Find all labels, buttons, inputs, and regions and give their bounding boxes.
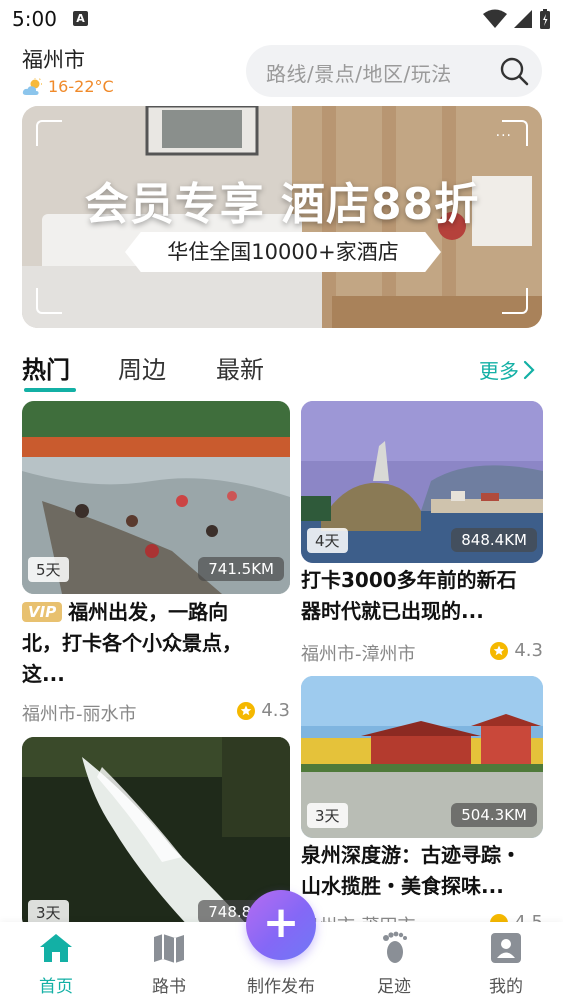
promo-banner[interactable]: ··· 会员专享 酒店88折 华住全国10000+家酒店 [22,106,542,328]
create-publish-button[interactable]: + [246,890,316,960]
notification-icon: A [73,11,88,26]
route-rating: 4.5 [490,912,543,922]
title-line: 这... [22,662,65,686]
route-rating: 4.3 [237,700,290,721]
days-badge: 3天 [28,900,69,922]
search-placeholder: 路线/景点/地区/玩法 [266,62,452,86]
route-card[interactable]: 5天 741.5KM VIP 福州出发，一路向 北，打卡各个小众景点， 这... … [22,401,290,725]
title-line: 器时代就已出现的... [301,599,484,623]
route-card[interactable]: 3天 504.3KM 泉州深度游：古迹寻踪・ 山水揽胜・美食探味... 泉州市-… [301,676,543,922]
weather-info: 16-22°C [22,77,114,96]
wifi-icon [483,9,507,28]
distance-badge: 504.3KM [451,803,537,827]
nav-footprint-label: 足迹 [377,977,411,997]
title-line: 打卡3000多年前的新石 [301,568,517,592]
battery-icon [540,9,550,29]
chevron-right-icon [523,360,535,379]
route-location: 福州市-丽水市 [22,704,137,725]
route-card-image: 4天 848.4KM [301,401,543,563]
route-card[interactable]: 4天 848.4KM 打卡3000多年前的新石 器时代就已出现的... 福州市-… [301,401,543,666]
tab-nearby[interactable]: 周边 [118,350,166,385]
distance-badge: 741.5KM [198,557,284,581]
banner-subtitle: 华住全国10000+家酒店 [125,232,441,272]
days-badge: 4天 [307,528,348,553]
profile-icon [491,933,521,963]
route-card-title: 打卡3000多年前的新石 器时代就已出现的... [301,565,543,627]
active-tab-indicator [24,388,76,392]
vip-badge: VIP [22,602,63,622]
nav-roadbook[interactable]: 路书 [129,930,209,997]
star-icon [490,641,509,660]
rating-value: 4.3 [261,700,290,721]
search-input[interactable]: 路线/景点/地区/玩法 [246,45,542,97]
route-location: 泉州市-莆田市 [301,912,416,922]
footprint-icon [383,931,407,963]
search-icon[interactable] [498,55,530,87]
frame-corner [502,288,528,314]
temperature: 16-22°C [48,77,114,96]
nav-footprint[interactable]: 足迹 [354,930,434,997]
days-badge: 5天 [28,557,69,582]
partly-cloudy-icon [22,77,42,95]
frame-corner [36,288,62,314]
nav-profile[interactable]: 我的 [466,930,546,997]
map-book-icon [154,934,184,963]
nav-roadbook-label: 路书 [152,977,186,997]
status-bar: 5:00 A [0,0,563,38]
route-location: 福州市-漳州市 [301,644,416,665]
nav-home-label: 首页 [39,977,73,997]
rating-value: 4.3 [514,640,543,661]
more-link[interactable]: 更多 [479,355,535,384]
nav-home[interactable]: 首页 [16,930,96,997]
days-badge: 3天 [307,803,348,828]
status-icons [483,8,551,30]
title-line: 山水揽胜・美食探味... [301,874,504,898]
title-line: 福州出发，一路向 [68,600,229,624]
banner-subtitle-ribbon: 华住全国10000+家酒店 [125,232,441,272]
route-rating: 4.3 [490,640,543,661]
more-label: 更多 [479,359,519,383]
route-card-image: 5天 741.5KM [22,401,290,594]
route-card-title: VIP 福州出发，一路向 北，打卡各个小众景点， 这... [22,597,290,690]
nav-profile-label: 我的 [489,977,523,997]
status-time: 5:00 [12,7,57,31]
tab-hot[interactable]: 热门 [22,350,70,385]
signal-icon [514,10,532,28]
tab-latest[interactable]: 最新 [216,350,264,385]
route-card-title: 泉州深度游：古迹寻踪・ 山水揽胜・美食探味... [301,840,543,902]
star-icon [237,701,256,720]
frame-corner [36,120,62,146]
title-line: 泉州深度游：古迹寻踪・ [301,843,521,867]
route-card-image: 3天 504.3KM [301,676,543,838]
star-icon [490,913,509,922]
nav-create-label: 制作发布 [247,977,315,997]
title-line: 北，打卡各个小众景点， [22,631,242,655]
banner-dots-icon: ··· [495,128,512,144]
home-icon [40,934,72,962]
banner-title: 会员专享 酒店88折 [84,179,480,230]
rating-value: 4.5 [514,912,543,922]
plus-icon: + [262,897,300,948]
city-selector[interactable]: 福州市 [22,44,85,74]
distance-badge: 848.4KM [451,528,537,552]
